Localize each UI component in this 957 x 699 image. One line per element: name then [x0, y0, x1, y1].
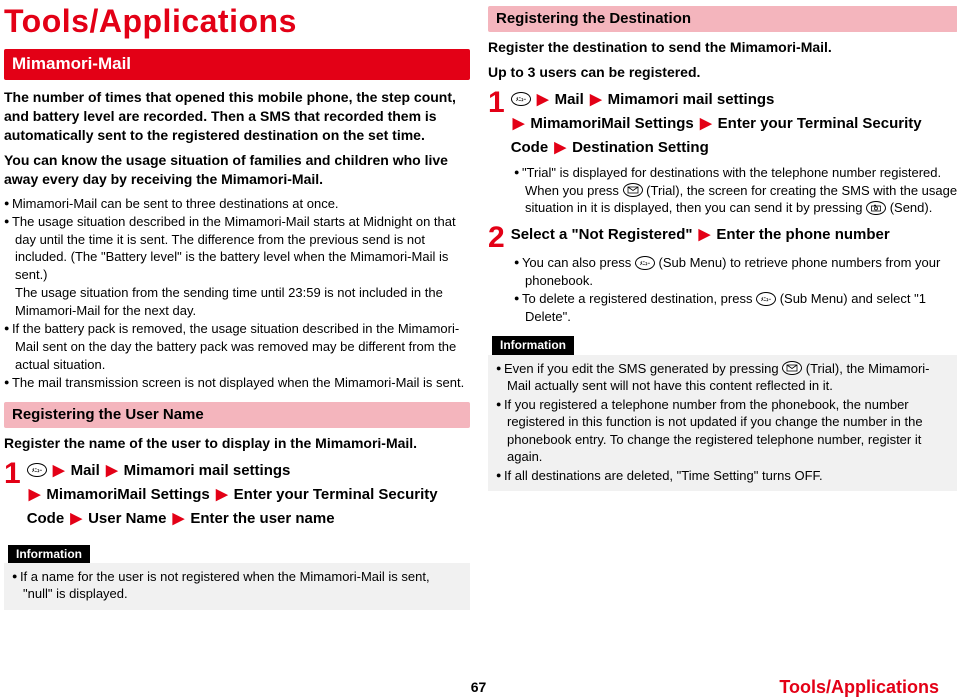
info-bullet: If all destinations are deleted, "Time S… [496, 467, 950, 485]
menu-key-icon: ﾒﾆｭｰ [756, 292, 776, 306]
info-section-right: Information Even if you edit the SMS gen… [488, 326, 957, 491]
text-part: Even if you edit the SMS generated by pr… [504, 361, 782, 376]
bullets-list: Mimamori-Mail can be sent to three desti… [4, 195, 470, 392]
step-part: Destination Setting [572, 139, 709, 156]
step-part: Mail [555, 91, 584, 108]
sub-section-user-name: Registering the User Name [4, 402, 470, 428]
arrow-icon: ▶ [214, 486, 230, 503]
svg-text:ﾒﾆｭｰ: ﾒﾆｭｰ [516, 97, 527, 103]
arrow-icon: ▶ [552, 139, 568, 156]
step-body: ﾒﾆｭｰ ▶ Mail ▶ Mimamori mail settings ▶ M… [27, 459, 470, 531]
step-2-right: 2 Select a "Not Registered" ▶ Enter the … [488, 223, 957, 251]
step-part: Enter the user name [190, 510, 334, 527]
arrow-icon: ▶ [511, 115, 527, 132]
mail-key-icon [782, 361, 802, 375]
mail-key-icon [623, 183, 643, 197]
step-part: Select a "Not Registered" [511, 226, 693, 243]
step-body: Select a "Not Registered" ▶ Enter the ph… [511, 223, 957, 251]
camera-key-icon [866, 201, 886, 215]
info-label: Information [8, 545, 90, 563]
left-column: Tools/Applications Mimamori-Mail The num… [0, 0, 470, 610]
page-number: 67 [471, 678, 487, 697]
bullet-item: The usage situation described in the Mim… [4, 213, 470, 283]
arrow-icon: ▶ [51, 462, 67, 479]
step-part: Enter the phone number [716, 226, 889, 243]
text-part: To delete a registered destination, pres… [522, 291, 756, 306]
dest-intro-1: Register the destination to send the Mim… [488, 38, 957, 57]
text-part: You can also press [522, 255, 635, 270]
step-1-bullets: "Trial" is displayed for destinations wi… [514, 164, 957, 217]
bullet-item: If the battery pack is removed, the usag… [4, 320, 470, 373]
step-2-bullets: You can also press ﾒﾆｭｰ (Sub Menu) to re… [514, 254, 957, 325]
menu-key-icon: ﾒﾆｭｰ [635, 256, 655, 270]
info-label: Information [492, 336, 574, 354]
sub-section-destination: Registering the Destination [488, 6, 957, 32]
svg-text:ﾒﾆｭｰ: ﾒﾆｭｰ [761, 297, 772, 303]
bullet-item: Mimamori-Mail can be sent to three desti… [4, 195, 470, 213]
info-box: If a name for the user is not registered… [4, 563, 470, 610]
text-part: (Send). [886, 200, 932, 215]
intro-text-2: You can know the usage situation of fami… [4, 151, 470, 189]
arrow-icon: ▶ [698, 115, 714, 132]
info-bullet: If a name for the user is not registered… [12, 568, 462, 603]
step-body: ﾒﾆｭｰ ▶ Mail ▶ Mimamori mail settings ▶ M… [511, 88, 957, 160]
arrow-icon: ▶ [697, 226, 713, 243]
arrow-icon: ▶ [588, 91, 604, 108]
info-section: Information If a name for the user is no… [4, 535, 470, 610]
sub-intro: Register the name of the user to display… [4, 434, 470, 453]
bullet-item: You can also press ﾒﾆｭｰ (Sub Menu) to re… [514, 254, 957, 289]
bullet-item: "Trial" is displayed for destinations wi… [514, 164, 957, 217]
bullet-item-cont: The usage situation from the sending tim… [4, 284, 470, 319]
footer-section-label: Tools/Applications [779, 675, 939, 699]
dest-intro-2: Up to 3 users can be registered. [488, 63, 957, 82]
step-part: User Name [88, 510, 166, 527]
right-column: Registering the Destination Register the… [488, 0, 957, 610]
section-title-mimamori: Mimamori-Mail [4, 49, 470, 80]
page-title: Tools/Applications [4, 0, 470, 43]
step-number: 2 [488, 225, 505, 251]
info-bullet: Even if you edit the SMS generated by pr… [496, 360, 950, 395]
step-number: 1 [488, 90, 505, 160]
arrow-icon: ▶ [27, 486, 43, 503]
arrow-icon: ▶ [104, 462, 120, 479]
arrow-icon: ▶ [171, 510, 187, 527]
step-part: Mail [71, 462, 100, 479]
step-1: 1 ﾒﾆｭｰ ▶ Mail ▶ Mimamori mail settings ▶… [4, 459, 470, 531]
bullet-item: To delete a registered destination, pres… [514, 290, 957, 325]
step-1-right: 1 ﾒﾆｭｰ ▶ Mail ▶ Mimamori mail settings ▶… [488, 88, 957, 160]
step-part: Mimamori mail settings [608, 91, 775, 108]
menu-key-icon: ﾒﾆｭｰ [27, 463, 47, 477]
step-part: MimamoriMail Settings [530, 115, 693, 132]
menu-key-icon: ﾒﾆｭｰ [511, 92, 531, 106]
arrow-icon: ▶ [535, 91, 551, 108]
arrow-icon: ▶ [68, 510, 84, 527]
info-bullet: If you registered a telephone number fro… [496, 396, 950, 466]
svg-text:ﾒﾆｭｰ: ﾒﾆｭｰ [32, 468, 43, 474]
intro-text-1: The number of times that opened this mob… [4, 88, 470, 145]
svg-text:ﾒﾆｭｰ: ﾒﾆｭｰ [640, 261, 651, 267]
info-box: Even if you edit the SMS generated by pr… [488, 355, 957, 492]
step-part: Mimamori mail settings [124, 462, 291, 479]
step-part: MimamoriMail Settings [46, 486, 209, 503]
bullet-item: The mail transmission screen is not disp… [4, 374, 470, 392]
step-number: 1 [4, 461, 21, 531]
